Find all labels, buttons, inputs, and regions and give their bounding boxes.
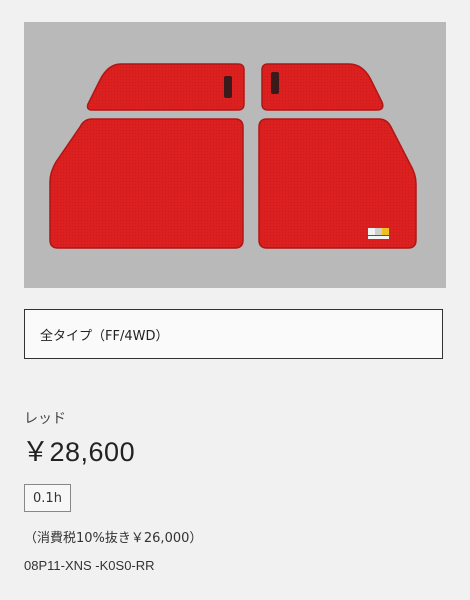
mat-front-right	[258, 118, 417, 249]
product-image	[24, 22, 446, 288]
part-number: 08P11-XNS -K0S0-RR	[24, 558, 155, 573]
tax-note: （消費税10%抜き￥26,000）	[24, 531, 203, 546]
work-time-label: 0.1h	[33, 490, 62, 506]
mat-front-left	[49, 118, 244, 249]
floor-mats-illustration	[49, 63, 417, 249]
mat-rear-right	[261, 63, 384, 111]
price: ￥28,600	[22, 437, 136, 467]
work-time-badge: 0.1h	[24, 484, 71, 512]
mat-tag-left	[224, 76, 232, 98]
mugen-badge-icon	[368, 228, 389, 239]
color-name: レッド	[24, 411, 66, 427]
variant-select[interactable]: 全タイプ（FF/4WD）	[24, 309, 443, 359]
mat-rear-left	[86, 63, 245, 111]
mat-tag-right	[271, 72, 279, 94]
variant-label: 全タイプ（FF/4WD）	[40, 328, 169, 344]
